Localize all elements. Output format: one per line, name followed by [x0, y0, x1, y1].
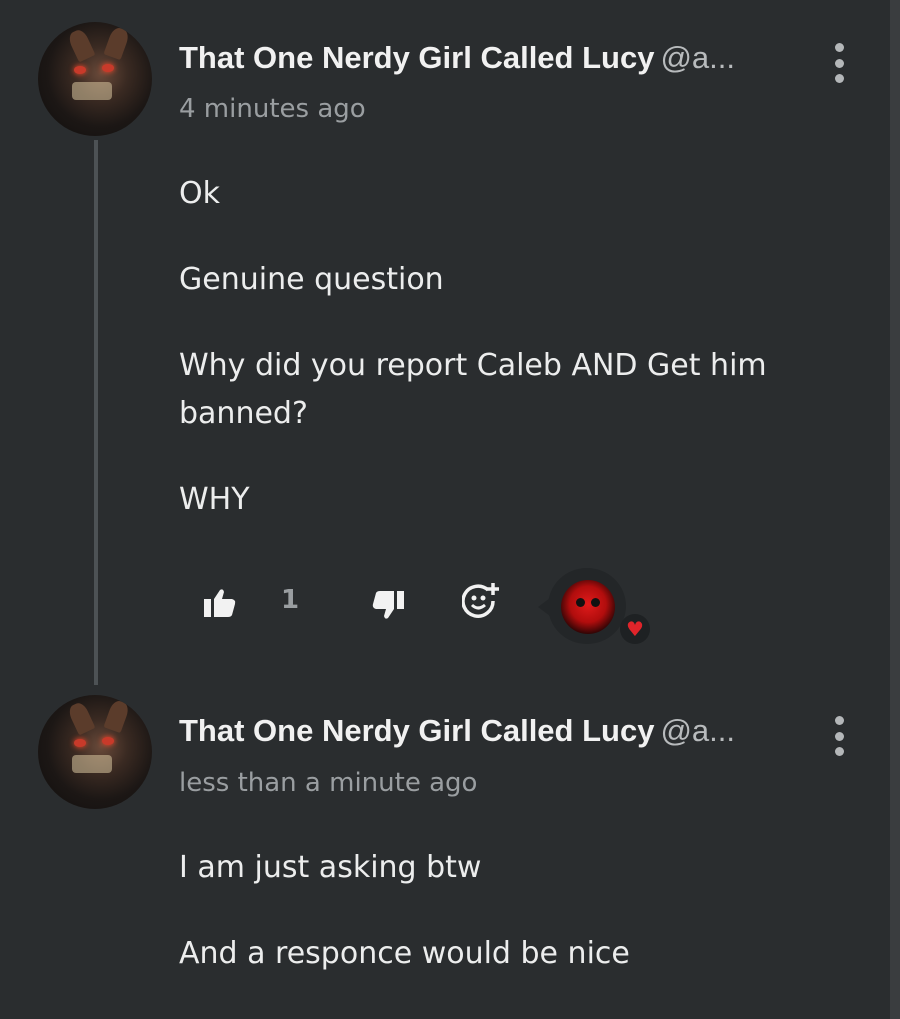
comment-actions: 1 ♥: [0, 560, 880, 660]
thumbs-down-icon[interactable]: [372, 590, 404, 620]
comment-paragraph: And a responce would be nice: [179, 936, 630, 971]
avatar[interactable]: [38, 22, 152, 136]
comment-paragraph: Why did you report Caleb AND Get him ban…: [179, 348, 767, 431]
like-count: 1: [281, 585, 300, 615]
more-options-icon[interactable]: [828, 43, 850, 83]
more-options-icon[interactable]: [828, 716, 850, 756]
comment-paragraph: WHY: [179, 482, 250, 517]
add-reaction-icon[interactable]: [462, 582, 500, 620]
heart-icon: ♥: [620, 614, 650, 644]
thumbs-up-icon[interactable]: [204, 588, 236, 618]
username-text[interactable]: That One Nerdy Girl Called Lucy: [179, 40, 654, 75]
comment-timestamp: less than a minute ago: [179, 768, 478, 798]
reactor-avatar-bubble[interactable]: [538, 568, 626, 644]
scrollbar[interactable]: [890, 0, 900, 1019]
comment-username[interactable]: That One Nerdy Girl Called Lucy @a...: [179, 40, 789, 76]
username-text[interactable]: That One Nerdy Girl Called Lucy: [179, 713, 654, 748]
comment-paragraph: Genuine question: [179, 262, 444, 297]
reactor-avatar: [561, 580, 615, 634]
comment-timestamp: 4 minutes ago: [179, 94, 366, 124]
comment-username[interactable]: That One Nerdy Girl Called Lucy @a...: [179, 713, 789, 749]
comment-paragraph: I am just asking btw: [179, 850, 482, 885]
user-handle: @a...: [660, 40, 736, 75]
avatar[interactable]: [38, 695, 152, 809]
comment-paragraph: Ok: [179, 176, 220, 211]
user-handle: @a...: [660, 713, 736, 748]
